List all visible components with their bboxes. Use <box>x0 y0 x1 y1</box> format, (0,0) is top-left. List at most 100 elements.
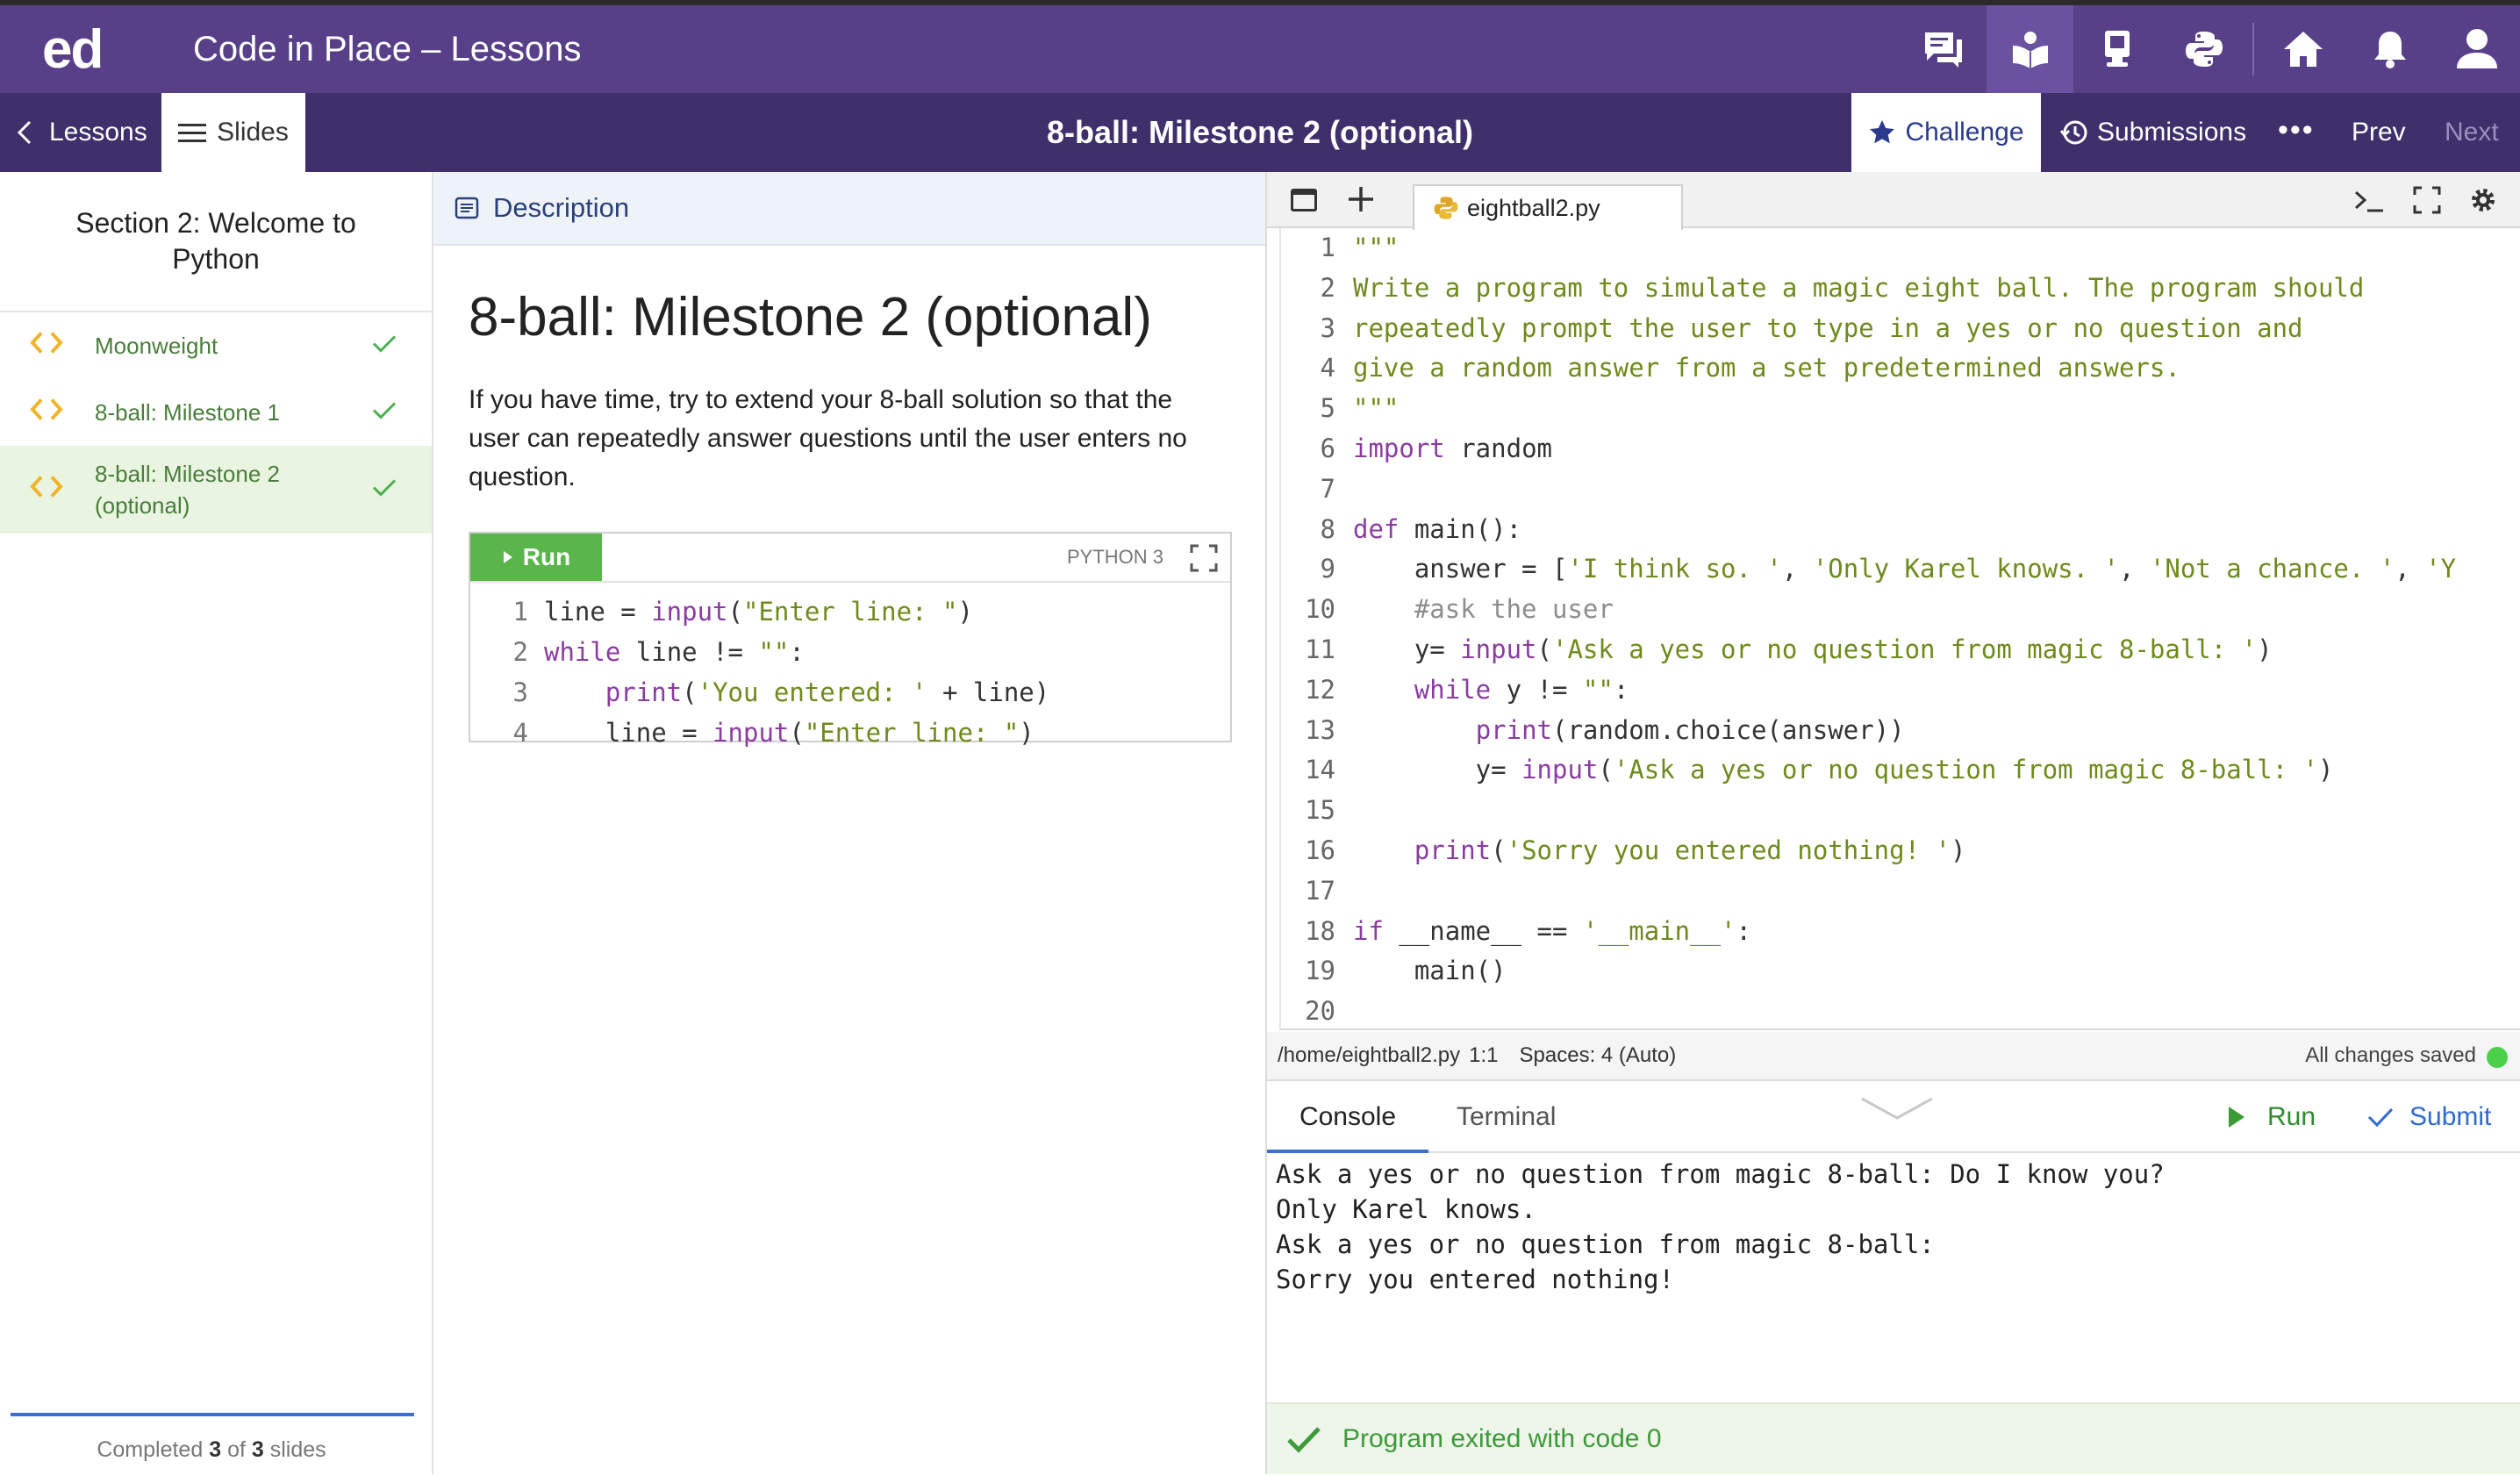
slide-item-8ball-milestone-2[interactable]: 8-ball: Milestone 2 (optional) <box>0 446 432 534</box>
slides-sidebar: Section 2: Welcome to Python Moonweight … <box>0 172 433 1474</box>
code-line: 17 <box>1305 875 1335 906</box>
more-options-button[interactable]: ••• <box>2278 93 2315 172</box>
hamburger-menu-icon <box>178 124 207 142</box>
completed-of: of <box>227 1437 246 1462</box>
section-title: Section 2: Welcome to Python <box>0 172 432 312</box>
new-file-plus-icon[interactable] <box>1346 184 1376 219</box>
document-icon <box>455 197 479 219</box>
description-header: Description <box>433 172 1265 246</box>
challenge-heading: 8-ball: Milestone 2 (optional) <box>469 287 1152 348</box>
exit-status-bar: Program exited with code 0 <box>1267 1402 2520 1474</box>
checkmark-icon <box>372 476 397 504</box>
file-path: /home/eightball2.py <box>1278 1043 1461 1067</box>
submit-label: Submit <box>2409 1102 2492 1131</box>
code-line: 1 """ <box>1320 233 1400 262</box>
prev-slide-button[interactable]: Prev <box>2352 93 2406 172</box>
code-line: 11 y= input('Ask a yes or no question fr… <box>1305 634 2273 664</box>
user-profile-icon[interactable] <box>2433 5 2520 93</box>
code-line: 3 repeatedly prompt the user to type in a… <box>1320 312 2303 343</box>
snippet-line: 4 line = input("Enter line: ") <box>512 718 1034 748</box>
file-browser-icon[interactable] <box>1290 188 1318 217</box>
code-line: 4 give a random answer from a set predete… <box>1320 353 2180 383</box>
top-nav-bar: ed Code in Place – Lessons <box>0 5 2520 93</box>
lesson-nav-bar: 8-ball: Milestone 2 (optional) Lessons S… <box>0 93 2520 172</box>
checkmark-icon <box>372 333 397 360</box>
next-slide-button[interactable]: Next <box>2445 93 2499 172</box>
notifications-bell-icon[interactable] <box>2346 5 2433 93</box>
slide-item-label: 8-ball: Milestone 2 (optional) <box>95 458 280 521</box>
ed-logo[interactable]: ed <box>42 18 121 81</box>
app-title: Code in Place – Lessons <box>193 29 582 68</box>
play-icon <box>503 551 512 563</box>
settings-gear-icon[interactable] <box>2469 186 2497 219</box>
file-tab-eightball2[interactable]: eightball2.py <box>1413 184 1683 230</box>
fullscreen-icon[interactable] <box>1190 544 1218 577</box>
save-status: All changes saved <box>2305 1043 2476 1067</box>
cursor-position: 1:1 <box>1469 1043 1499 1067</box>
terminal-tab[interactable]: Terminal <box>1457 1081 1556 1153</box>
submit-button[interactable]: Submit <box>2367 1081 2491 1153</box>
workspace-icon[interactable] <box>2073 5 2160 93</box>
section-title-line2: Python <box>172 243 260 275</box>
challenge-label: Challenge <box>1905 118 2024 147</box>
code-line: 20 <box>1305 996 1335 1027</box>
slides-toggle-button[interactable]: Slides <box>161 93 305 172</box>
discussion-icon[interactable] <box>1900 5 1987 93</box>
completed-suffix: slides <box>269 1437 326 1462</box>
code-line: 14 y= input('Ask a yes or no question fr… <box>1305 755 2334 785</box>
completed-status: Completed 3 of 3 slides <box>0 1423 423 1476</box>
progress-bar <box>11 1413 414 1416</box>
snippet-run-button[interactable]: Run <box>470 534 602 581</box>
lessons-icon[interactable] <box>1987 5 2073 93</box>
lessons-link-label: Lessons <box>49 118 147 147</box>
file-tab-label: eightball2.py <box>1467 194 1600 221</box>
slide-item-8ball-milestone-1[interactable]: 8-ball: Milestone 1 <box>0 379 432 446</box>
code-editor[interactable]: 1 """ 2 Write a program to simulate a magi… <box>1279 228 2520 1030</box>
editor-fullscreen-icon[interactable] <box>2413 186 2441 219</box>
code-line: 12 while y != "": <box>1305 674 1629 705</box>
submissions-tab[interactable]: Submissions <box>2060 93 2246 172</box>
indentation-setting[interactable]: Spaces: 4 (Auto) <box>1520 1043 1677 1068</box>
checkmark-icon <box>2367 1107 2394 1128</box>
code-line: 13 print(random.choice(answer)) <box>1305 714 1905 745</box>
console-tab-bar: Console Terminal Run Submit <box>1267 1081 2520 1153</box>
snippet-toolbar: Run PYTHON 3 <box>470 534 1230 583</box>
exit-message: Program exited with code 0 <box>1342 1424 1662 1453</box>
python-file-icon <box>1434 197 1458 219</box>
code-line: 15 <box>1305 795 1335 826</box>
code-line: 7 <box>1320 473 1335 504</box>
code-line: 5 """ <box>1320 393 1400 424</box>
run-label: Run <box>2267 1102 2316 1131</box>
completed-count: 3 <box>209 1437 222 1462</box>
checkmark-icon <box>372 399 397 426</box>
python-icon[interactable] <box>2160 5 2247 93</box>
snippet-run-label: Run <box>522 543 571 570</box>
run-button[interactable]: Run <box>2227 1081 2316 1153</box>
snippet-line: 2 while line != "": <box>512 637 805 667</box>
slide-item-label: 8-ball: Milestone 1 <box>95 399 280 426</box>
challenge-tab[interactable]: Challenge <box>1851 93 2041 172</box>
top-nav-icons <box>1900 5 2520 93</box>
console-tab[interactable]: Console <box>1267 1081 1428 1153</box>
back-to-lessons-link[interactable]: Lessons <box>16 93 147 172</box>
completed-prefix: Completed <box>97 1437 204 1462</box>
code-brackets-icon <box>30 398 63 428</box>
slides-label: Slides <box>217 118 289 147</box>
saved-indicator-dot <box>2487 1047 2508 1068</box>
slide-item-label: Moonweight <box>95 333 218 359</box>
code-line: 19 main() <box>1305 956 1507 986</box>
language-label: PYTHON 3 <box>1067 546 1164 568</box>
snippet-code[interactable]: 1 line = input("Enter line: ") 2 while lin… <box>470 583 1230 753</box>
description-header-label: Description <box>493 192 630 223</box>
editor-panel: eightball2.py 1 """ 2 Write a program to s… <box>1267 172 2520 1474</box>
runnable-code-snippet: Run PYTHON 3 1 line = input("Enter line: … <box>469 532 1232 748</box>
console-output[interactable]: Ask a yes or no question from magic 8-ba… <box>1267 1153 2520 1399</box>
collapse-chevron-icon[interactable] <box>1860 1095 1934 1128</box>
terminal-prompt-icon[interactable] <box>2353 188 2385 219</box>
submissions-label: Submissions <box>2097 118 2247 147</box>
section-title-line1: Section 2: Welcome to <box>75 207 356 239</box>
home-icon[interactable] <box>2259 5 2346 93</box>
slide-item-moonweight[interactable]: Moonweight <box>0 312 432 379</box>
code-line: 6 import random <box>1320 433 1552 463</box>
code-line: 18 if __name__ == '__main__': <box>1305 915 1751 946</box>
